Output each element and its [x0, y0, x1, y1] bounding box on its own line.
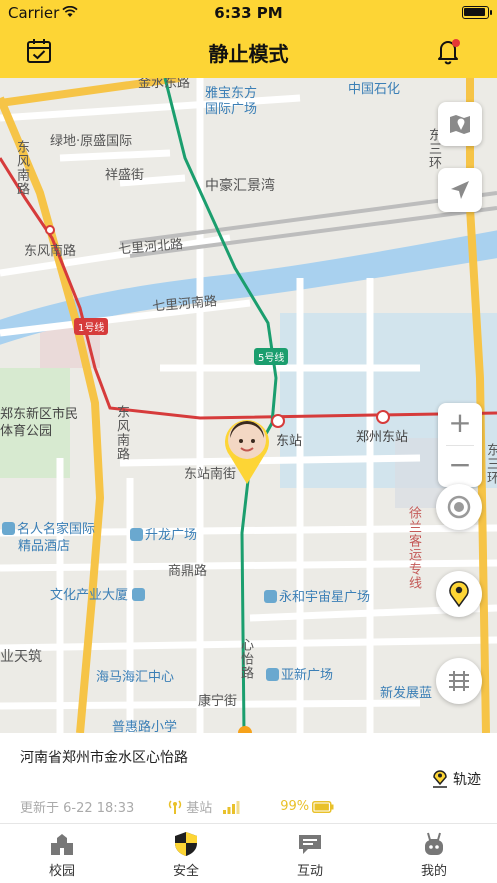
battery-fill [464, 8, 485, 16]
map-label-sinopec: 中国石化 [348, 82, 401, 97]
map-label-dongsanhuan-right: 东三环 [484, 443, 497, 485]
notification-dot [452, 39, 460, 47]
robot-icon [425, 832, 443, 855]
status-bar: Carrier 6:33 PM [0, 0, 497, 26]
positioning-mode: 基站 [168, 797, 212, 816]
tab-label: 校园 [48, 864, 75, 879]
map-label-puhui: 普惠路小学 [112, 720, 178, 733]
tab-label: 安全 [172, 864, 199, 879]
tab-campus[interactable]: 校园 [0, 830, 124, 882]
device-battery-icon [312, 800, 334, 813]
shield-icon [175, 832, 197, 856]
zoom-out-button[interactable]: − [438, 445, 482, 487]
map-label-lvdi: 绿地·原盛国际 [50, 134, 133, 149]
signal-strength-icon [223, 800, 240, 814]
cell-tower-icon [169, 799, 182, 814]
track-label: 轨迹 [453, 772, 481, 788]
nav-header: 静止模式 [0, 26, 497, 78]
map-label-dongfeng-vertical: 东风南路 [114, 405, 129, 461]
map-label-dongfeng-top: 东风南路 [14, 140, 29, 196]
app-screen: Carrier 6:33 PM 静止模式 金水东路 雅宝东方 国际广场 中国石化… [0, 0, 497, 883]
tab-label: 我的 [420, 864, 447, 879]
building-icon [132, 588, 146, 601]
safety-fence-button[interactable] [436, 571, 482, 617]
address-text: 河南省郑州市金水区心怡路 [20, 750, 188, 766]
hotel-icon [2, 522, 15, 535]
center-child-button[interactable] [436, 484, 482, 530]
railway-layer-button[interactable] [436, 658, 482, 704]
locate-me-button[interactable] [438, 168, 482, 212]
line1-badge: 1号线 [74, 318, 109, 335]
map-label-zhonghao: 中豪汇景湾 [205, 178, 275, 194]
battery-icon [462, 6, 492, 19]
map-label-celebrity-hotel-2: 精品酒店 [18, 539, 71, 554]
map-label-xinyi-road: 心怡路 [238, 638, 253, 680]
device-meta: 更新于 6-22 18:33 基站 99% [20, 797, 334, 816]
page-title: 静止模式 [208, 42, 289, 66]
map-view[interactable]: 金水东路 雅宝东方 国际广场 中国石化 绿地·原盛国际 祥盛街 东风南路 中豪汇… [0, 78, 497, 733]
chat-icon [299, 835, 321, 854]
track-button[interactable]: 轨迹 [431, 769, 481, 789]
location-info-panel: 河南省郑州市金水区心怡路 轨迹 更新于 6-22 18:33 基站 99% [0, 733, 497, 823]
map-label-east-station-short: 东站 [276, 434, 303, 449]
zoom-in-button[interactable]: + [438, 403, 482, 445]
tab-safety[interactable]: 安全 [124, 830, 248, 882]
map-label-xuzhou-line: 徐兰客运专线 [406, 506, 421, 590]
map-label-kangning: 康宁街 [198, 694, 238, 709]
positioning-label: 基站 [186, 801, 213, 816]
railway-icon [449, 671, 469, 691]
map-label-jinshui-east: 金水东路 [138, 78, 191, 91]
update-time: 更新于 6-22 18:33 [20, 801, 135, 816]
map-label-yonghe: 永和宇宙星广场 [264, 586, 370, 605]
tab-mine[interactable]: 我的 [372, 830, 496, 882]
map-type-button[interactable] [438, 102, 482, 146]
line5-badge: 5号线 [254, 348, 289, 365]
tab-label: 互动 [296, 864, 323, 879]
map-label-culture-tower: 文化产业大厦 [50, 584, 147, 603]
map-label-xinfazhan: 新发展蓝 [380, 686, 433, 701]
bell-icon[interactable] [433, 36, 463, 66]
map-label-shangding: 商鼎路 [168, 564, 208, 579]
device-battery: 99% [280, 799, 334, 814]
building-icon [266, 668, 279, 681]
map-label-yabao-2: 国际广场 [205, 102, 258, 117]
map-label-sports-park: 体育公园 [0, 424, 53, 439]
map-label-asia-new: 亚新广场 [266, 664, 333, 683]
map-label-shenglong: 升龙广场 [130, 524, 197, 543]
child-location-pin[interactable] [222, 416, 272, 486]
building-icon [264, 590, 277, 603]
map-label-xiangsheng: 祥盛街 [105, 168, 145, 183]
map-label-zhengzhou-east: 郑州东站 [356, 430, 409, 445]
building-icon [130, 528, 143, 541]
clock: 6:33 PM [214, 4, 283, 22]
map-label-dongfeng-south: 东风南路 [24, 244, 77, 259]
school-icon [51, 834, 73, 855]
map-icon [450, 115, 470, 134]
map-label-yetianzhu: 业天筑 [0, 649, 42, 665]
location-pin-icon [449, 581, 469, 608]
zoom-controls: + − [438, 403, 482, 487]
track-pin-icon [433, 770, 447, 788]
battery-percent: 99% [280, 799, 310, 814]
map-label-haima: 海马海汇中心 [96, 670, 175, 685]
tab-bar: 校园 安全 互动 我的 [0, 823, 497, 883]
target-icon [447, 495, 471, 519]
navigation-arrow-icon [451, 181, 469, 199]
tab-interact[interactable]: 互动 [248, 830, 372, 882]
